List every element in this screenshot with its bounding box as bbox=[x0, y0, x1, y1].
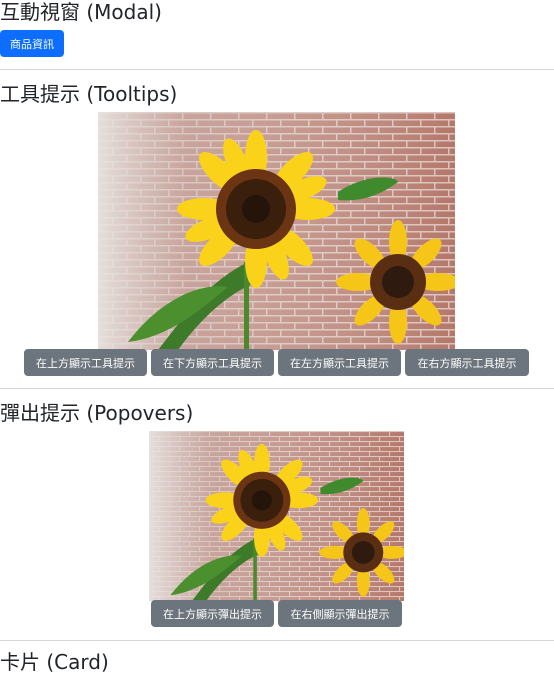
popovers-section-heading: 彈出提示 (Popovers) bbox=[0, 401, 194, 425]
section-divider bbox=[0, 640, 554, 641]
section-divider bbox=[0, 388, 554, 389]
sunflower-image bbox=[98, 112, 455, 350]
modal-section-heading: 互動視窗 (Modal) bbox=[0, 0, 162, 24]
tooltip-left-button[interactable]: 在左方顯示工具提示 bbox=[278, 349, 401, 376]
tooltips-section-heading: 工具提示 (Tooltips) bbox=[0, 82, 178, 106]
popover-right-button[interactable]: 在右側顯示彈出提示 bbox=[278, 600, 402, 627]
product-info-button[interactable]: 商品資訊 bbox=[0, 30, 64, 57]
popover-top-button[interactable]: 在上方顯示彈出提示 bbox=[151, 600, 274, 627]
sunflower-image bbox=[149, 431, 404, 601]
section-divider bbox=[0, 69, 554, 70]
tooltip-bottom-button[interactable]: 在下方顯示工具提示 bbox=[151, 349, 274, 376]
card-section-heading: 卡片 (Card) bbox=[0, 650, 109, 674]
tooltip-top-button[interactable]: 在上方顯示工具提示 bbox=[24, 349, 147, 376]
tooltip-right-button[interactable]: 在右方顯示工具提示 bbox=[405, 349, 529, 376]
